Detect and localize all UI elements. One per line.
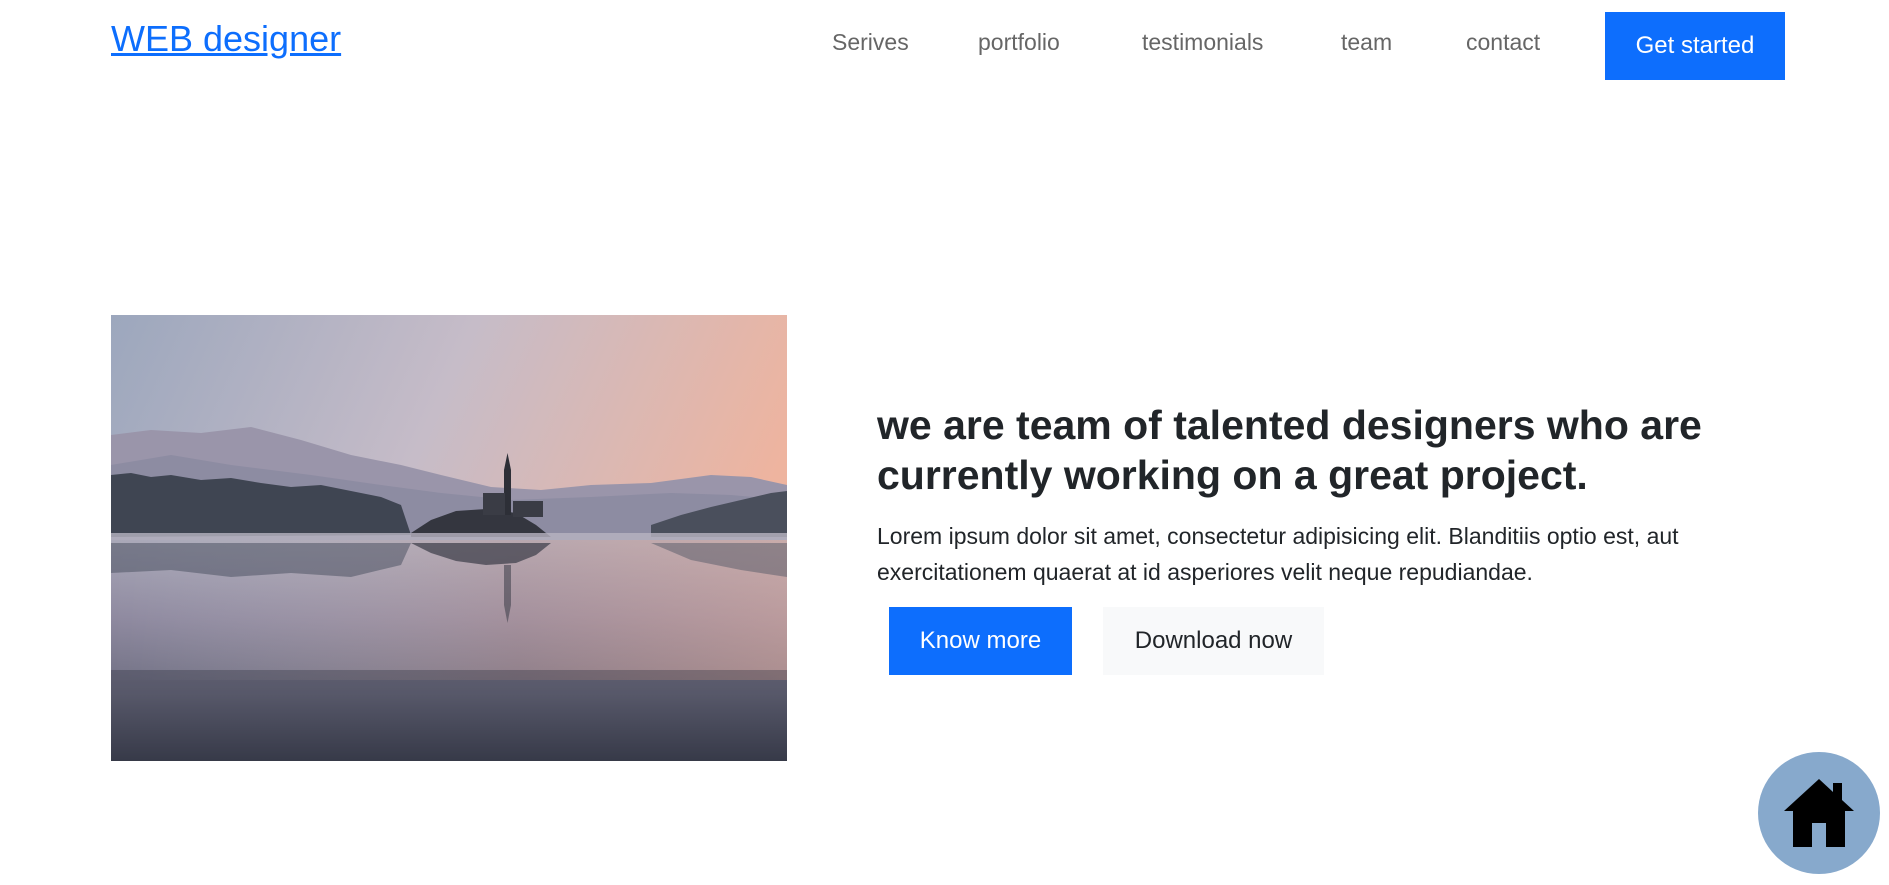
nav-link-testimonials[interactable]: testimonials	[1142, 29, 1263, 56]
hero-paragraph: Lorem ipsum dolor sit amet, consectetur …	[877, 523, 1679, 585]
top-navbar: WEB designer Serives portfolio testimoni…	[0, 0, 1889, 95]
nav-link-contact[interactable]: contact	[1466, 29, 1540, 56]
hero-button-group: Know more Download now	[889, 607, 1324, 675]
home-fab-button[interactable]	[1758, 752, 1880, 874]
home-icon	[1784, 779, 1854, 847]
nav-link-services[interactable]: Serives	[832, 29, 909, 56]
lake-landscape-image	[111, 315, 787, 761]
hero-heading: we are team of talented designers who ar…	[877, 402, 1702, 498]
get-started-button[interactable]: Get started	[1605, 12, 1785, 80]
hero-image	[111, 315, 787, 761]
hero-text-block: we are team of talented designers who ar…	[877, 400, 1757, 590]
download-now-button[interactable]: Download now	[1103, 607, 1324, 675]
brand-link[interactable]: WEB designer	[111, 18, 341, 60]
nav-link-team[interactable]: team	[1341, 29, 1392, 56]
know-more-button[interactable]: Know more	[889, 607, 1072, 675]
nav-link-portfolio[interactable]: portfolio	[978, 29, 1060, 56]
